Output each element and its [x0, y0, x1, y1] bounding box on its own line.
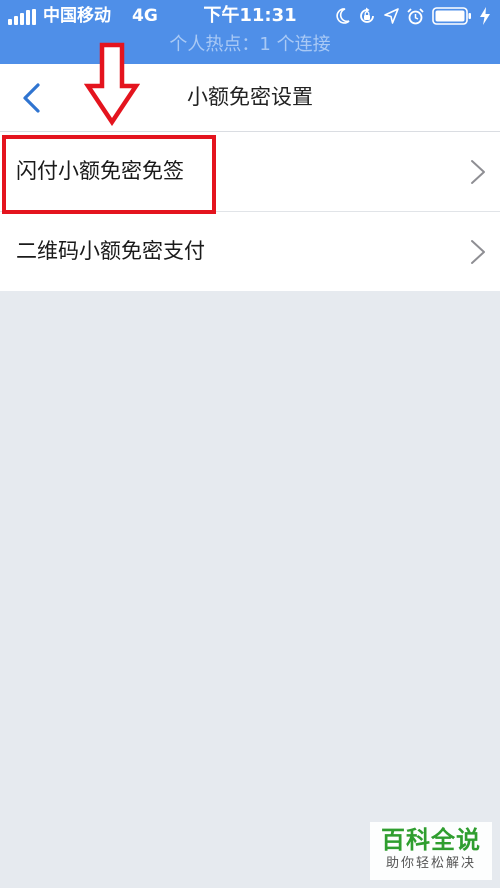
- moon-icon: [336, 8, 350, 24]
- watermark-subtitle: 助你轻松解决: [385, 856, 476, 871]
- page-title: 小额免密设置: [187, 85, 313, 109]
- list-item-qrcode-free[interactable]: 二维码小额免密支付: [0, 211, 500, 291]
- watermark-logo: 百科全说 助你轻松解决: [370, 822, 492, 880]
- list-item-quickpass-free[interactable]: 闪付小额免密免签: [0, 132, 500, 211]
- chevron-right-icon: [471, 160, 485, 184]
- battery-icon: [432, 7, 471, 25]
- chevron-right-icon: [471, 240, 485, 264]
- status-bar-top: 中国移动 4G 下午11:31: [0, 0, 500, 32]
- charging-icon: [480, 7, 490, 25]
- list-item-label: 闪付小额免密免签: [16, 159, 184, 183]
- rotation-lock-icon: [360, 7, 374, 23]
- nav-bar: 小额免密设置: [0, 64, 500, 132]
- settings-list: 闪付小额免密免签 二维码小额免密支付: [0, 132, 500, 291]
- status-icons: [336, 7, 490, 25]
- list-item-label: 二维码小额免密支付: [16, 239, 205, 263]
- status-bar: 中国移动 4G 下午11:31 个人热点：1 个连接: [0, 0, 500, 64]
- hotspot-banner[interactable]: 个人热点：1 个连接: [0, 34, 500, 56]
- screen: 中国移动 4G 下午11:31 个人热点：1 个连接 小额免密设置 闪付小额免密…: [0, 0, 500, 888]
- alarm-icon: [407, 7, 424, 24]
- watermark-title: 百科全说: [381, 826, 481, 854]
- location-icon: [384, 8, 399, 24]
